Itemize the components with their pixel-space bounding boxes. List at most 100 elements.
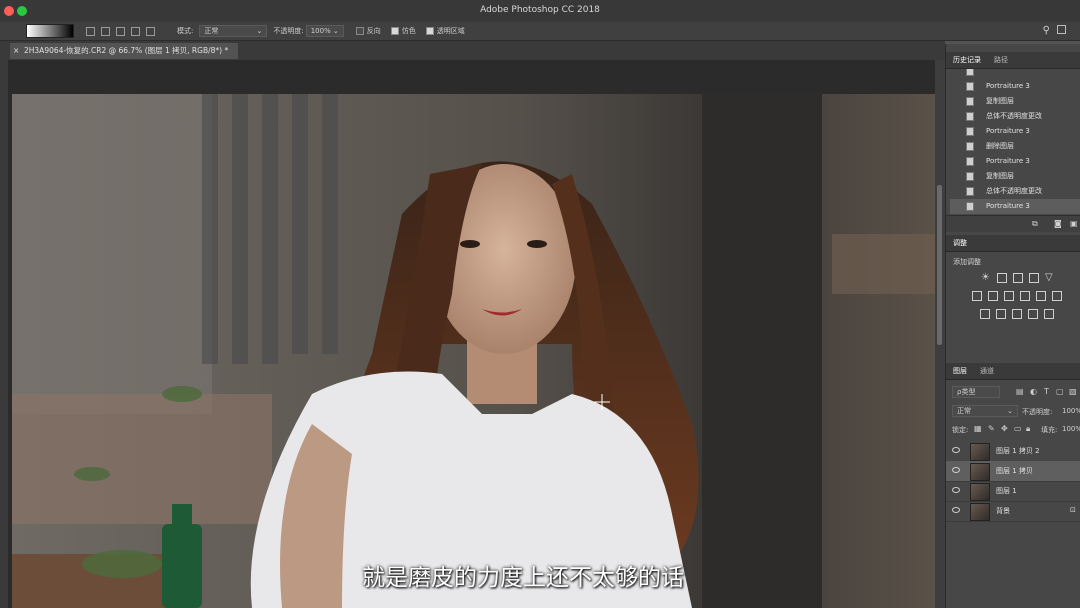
- eye-icon[interactable]: [952, 467, 960, 473]
- eye-icon[interactable]: [952, 507, 960, 513]
- opacity-value: 100%: [310, 27, 331, 35]
- layer-row[interactable]: 背景 ⊡: [946, 501, 1080, 522]
- document-icon: [966, 82, 974, 91]
- search-icon[interactable]: ⚲: [1043, 25, 1050, 36]
- opacity-input[interactable]: 100% ⌄: [305, 25, 344, 37]
- history-item[interactable]: 复制图层: [950, 169, 1080, 184]
- checkbox-checked-icon: [425, 27, 434, 35]
- radial-gradient-button[interactable]: [101, 26, 110, 36]
- panel-dock-scrollbar[interactable]: [935, 60, 945, 608]
- portrait-photo-image: [12, 94, 935, 608]
- document-icon: [966, 97, 974, 106]
- tab-adjustments[interactable]: 调整: [953, 238, 967, 248]
- history-item[interactable]: Portraiture 3: [950, 124, 1080, 139]
- lock-pixels-icon[interactable]: ✎: [988, 424, 995, 433]
- close-tab-icon[interactable]: ×: [13, 43, 19, 59]
- blend-mode-select[interactable]: 正常 ⌄: [952, 405, 1018, 417]
- history-panel-tabs: 历史记录 路径: [946, 52, 1080, 69]
- eye-icon[interactable]: [952, 487, 960, 493]
- lock-position-icon[interactable]: ✥: [1001, 424, 1008, 433]
- channel-mixer-icon[interactable]: [1036, 291, 1046, 301]
- history-item[interactable]: 删除图层: [950, 139, 1080, 154]
- exposure-icon[interactable]: [1029, 273, 1039, 283]
- selective-color-icon[interactable]: [1044, 309, 1054, 319]
- tab-paths[interactable]: 路径: [994, 55, 1008, 65]
- tab-layers[interactable]: 图层: [953, 366, 967, 376]
- scrollbar-thumb[interactable]: [937, 185, 942, 345]
- filter-smart-object-icon[interactable]: ▧: [1069, 387, 1077, 396]
- history-item[interactable]: 复制图层: [950, 94, 1080, 109]
- options-bar: 模式: 正常 ⌄ 不透明度: 100% ⌄ 反向 仿色 透明区域 ⚲: [0, 22, 1080, 41]
- mode-select-value: 正常: [204, 27, 219, 35]
- history-list[interactable]: Portraiture 3 复制图层 总体不透明度更改 Portraiture …: [946, 69, 1080, 215]
- history-item[interactable]: 总体不透明度更改: [950, 184, 1080, 199]
- filter-type-icon[interactable]: T: [1044, 387, 1049, 396]
- curves-icon[interactable]: [1013, 273, 1023, 283]
- camera-icon[interactable]: ◙: [1054, 219, 1062, 228]
- lock-artboard-icon[interactable]: ▭: [1014, 424, 1022, 433]
- layer-filter-select[interactable]: ρ类型: [952, 386, 1000, 398]
- document-tab-label: 2H3A9064-恢复的.CR2 @ 66.7% (图层 1 拷贝, RGB/8…: [24, 46, 229, 55]
- adjustments-panel-tabs: 调整: [946, 235, 1080, 252]
- diamond-gradient-button[interactable]: [146, 26, 155, 36]
- mode-select[interactable]: 正常 ⌄: [199, 25, 268, 37]
- layer-opacity-label: 不透明度:: [1022, 408, 1053, 416]
- filter-pixel-icon[interactable]: ▤: [1016, 387, 1024, 396]
- title-bar: Adobe Photoshop CC 2018: [0, 0, 1080, 23]
- reverse-checkbox[interactable]: 反向: [355, 26, 381, 36]
- transparency-checkbox[interactable]: 透明区域: [425, 26, 465, 36]
- layer-row[interactable]: 图层 1 拷贝 2: [946, 441, 1080, 462]
- brightness-icon[interactable]: ☀: [981, 273, 991, 283]
- hue-saturation-icon[interactable]: [972, 291, 982, 301]
- canvas-area[interactable]: [8, 60, 935, 608]
- history-item[interactable]: [950, 69, 1080, 79]
- reflected-gradient-button[interactable]: [131, 26, 140, 36]
- history-item[interactable]: 总体不透明度更改: [950, 109, 1080, 124]
- document-tab[interactable]: × 2H3A9064-恢复的.CR2 @ 66.7% (图层 1 拷贝, RGB…: [10, 43, 239, 59]
- lock-label: 锁定:: [952, 426, 969, 434]
- dither-checkbox[interactable]: 仿色: [390, 26, 416, 36]
- blend-mode-value: 正常: [957, 407, 971, 415]
- tab-channels[interactable]: 通道: [980, 366, 994, 376]
- checkbox-icon: [355, 27, 364, 35]
- vibrance-icon[interactable]: ▽: [1045, 273, 1055, 283]
- layer-opacity-value[interactable]: 100%: [1062, 407, 1080, 415]
- lock-transparent-icon[interactable]: ▦: [974, 424, 982, 433]
- lock-icon: ⊡: [1070, 506, 1076, 514]
- layer-thumbnail: [970, 503, 990, 521]
- black-white-icon[interactable]: [1004, 291, 1014, 301]
- history-item-selected[interactable]: Portraiture 3: [950, 199, 1080, 214]
- fill-value[interactable]: 100%: [1062, 425, 1080, 433]
- tab-history[interactable]: 历史记录: [953, 55, 981, 65]
- posterize-icon[interactable]: [996, 309, 1006, 319]
- history-item[interactable]: Portraiture 3: [950, 79, 1080, 94]
- angle-gradient-button[interactable]: [116, 26, 125, 36]
- levels-icon[interactable]: [997, 273, 1007, 283]
- lock-all-icon[interactable]: 🔒︎: [1026, 424, 1030, 434]
- new-document-from-state-icon[interactable]: ⧉: [1032, 219, 1038, 229]
- layer-row[interactable]: 图层 1: [946, 481, 1080, 502]
- linear-gradient-button[interactable]: [86, 26, 95, 36]
- chevron-down-icon: ⌄: [332, 27, 339, 35]
- history-item[interactable]: Portraiture 3: [950, 154, 1080, 169]
- photo-canvas[interactable]: [12, 94, 935, 608]
- layer-thumbnail: [970, 463, 990, 481]
- filter-shape-icon[interactable]: ▢: [1056, 387, 1064, 396]
- photo-filter-icon[interactable]: [1020, 291, 1030, 301]
- layers-panel-tabs: 图层 通道: [946, 363, 1080, 380]
- filter-adjustment-icon[interactable]: ◐: [1030, 387, 1037, 396]
- document-icon: [966, 187, 974, 196]
- document-icon: [966, 69, 974, 76]
- eye-icon[interactable]: [952, 447, 960, 453]
- color-lookup-icon[interactable]: [1052, 291, 1062, 301]
- threshold-icon[interactable]: [1012, 309, 1022, 319]
- trash-icon[interactable]: ▣: [1070, 219, 1078, 228]
- layer-row-selected[interactable]: 图层 1 拷贝: [946, 461, 1080, 482]
- fill-label: 填充:: [1041, 426, 1058, 434]
- color-balance-icon[interactable]: [988, 291, 998, 301]
- gradient-preview-swatch[interactable]: [26, 24, 74, 38]
- workspace-icon[interactable]: [1057, 25, 1066, 34]
- layer-thumbnail: [970, 483, 990, 501]
- gradient-map-icon[interactable]: [1028, 309, 1038, 319]
- invert-icon[interactable]: [980, 309, 990, 319]
